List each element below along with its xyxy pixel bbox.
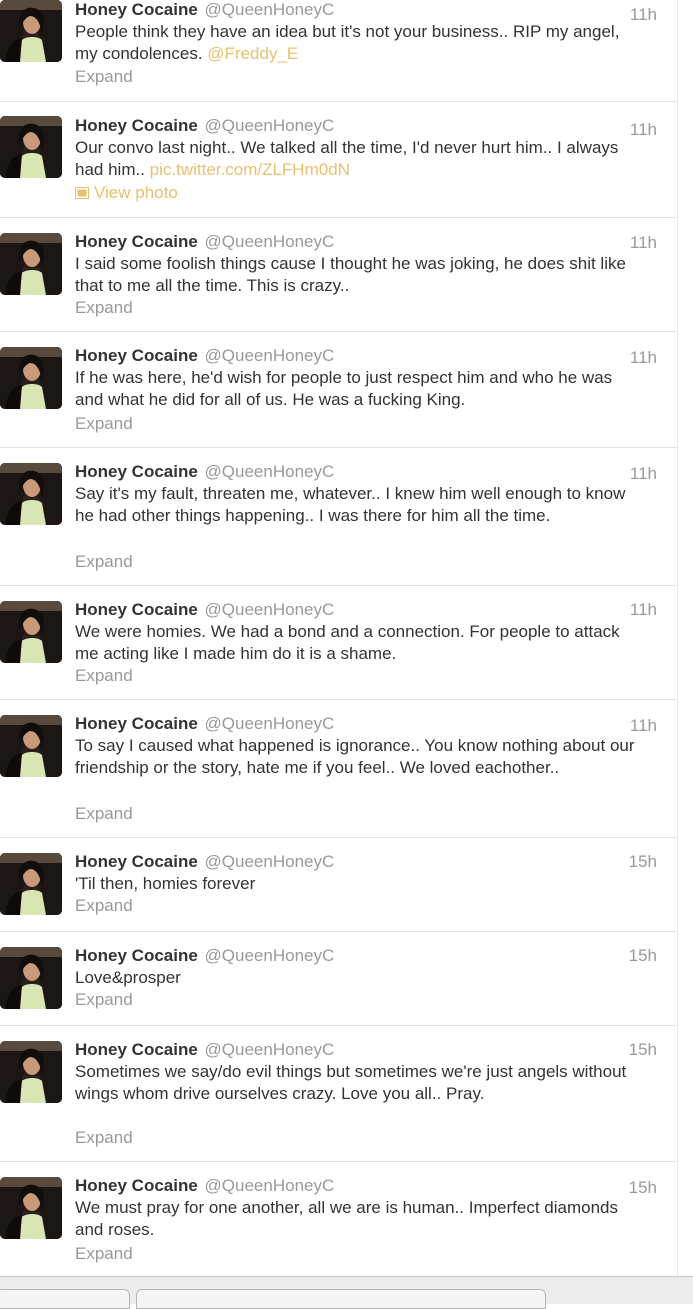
avatar[interactable] <box>0 715 62 777</box>
photo-icon <box>75 187 89 199</box>
expand-link[interactable]: Expand <box>75 66 133 88</box>
avatar-image <box>0 601 62 663</box>
author-handle[interactable]: @QueenHoneyC <box>205 714 335 733</box>
author-name[interactable]: Honey Cocaine <box>75 116 198 135</box>
tweet-timestamp[interactable]: 15h <box>629 851 657 873</box>
avatar[interactable] <box>0 0 62 62</box>
avatar[interactable] <box>0 347 62 409</box>
author-name[interactable]: Honey Cocaine <box>75 0 198 19</box>
tweet-text: We must pray for one another, all we are… <box>75 1198 619 1239</box>
avatar[interactable] <box>0 233 62 295</box>
tweet-timestamp[interactable]: 15h <box>629 1177 657 1199</box>
mention-link[interactable]: @Freddy_E <box>207 44 298 63</box>
tweet-text: Love&prosper <box>75 968 181 987</box>
tweet-item[interactable]: Honey Cocaine @QueenHoneyC 15h Love&pros… <box>0 932 677 1026</box>
tweet-text: If he was here, he'd wish for people to … <box>75 368 613 409</box>
avatar[interactable] <box>0 1177 62 1239</box>
tweet-timestamp[interactable]: 11h <box>630 347 657 369</box>
avatar[interactable] <box>0 463 62 525</box>
author-name[interactable]: Honey Cocaine <box>75 1176 198 1195</box>
tweet-item[interactable]: Honey Cocaine @QueenHoneyC 11h Our convo… <box>0 102 677 218</box>
tweet-text: 'Til then, homies forever <box>75 874 256 893</box>
author-name[interactable]: Honey Cocaine <box>75 462 198 481</box>
author-name[interactable]: Honey Cocaine <box>75 714 198 733</box>
tweet-item[interactable]: Honey Cocaine @QueenHoneyC 11h I said so… <box>0 218 677 332</box>
tweet-timestamp[interactable]: 15h <box>629 1039 657 1061</box>
tweet-text: People think they have an idea but it's … <box>75 21 645 65</box>
expand-link[interactable]: Expand <box>75 665 133 687</box>
author-handle[interactable]: @QueenHoneyC <box>205 116 335 135</box>
author-name[interactable]: Honey Cocaine <box>75 232 198 251</box>
avatar-image <box>0 1041 62 1103</box>
tweet-timestamp[interactable]: 11h <box>630 463 657 485</box>
author-handle[interactable]: @QueenHoneyC <box>205 1176 335 1195</box>
avatar-image <box>0 853 62 915</box>
expand-link[interactable]: Expand <box>75 989 133 1011</box>
author-handle[interactable]: @QueenHoneyC <box>205 852 335 871</box>
avatar-image <box>0 0 62 62</box>
tweet-item[interactable]: Honey Cocaine @QueenHoneyC 11h To say I … <box>0 700 677 838</box>
author-handle[interactable]: @QueenHoneyC <box>205 0 335 19</box>
author-name[interactable]: Honey Cocaine <box>75 852 198 871</box>
tweet-text: We were homies. We had a bond and a conn… <box>75 622 620 663</box>
avatar-image <box>0 233 62 295</box>
tweet-text: Our convo last night.. We talked all the… <box>75 137 645 181</box>
author-handle[interactable]: @QueenHoneyC <box>205 946 335 965</box>
status-bar-segment <box>0 1289 130 1309</box>
avatar[interactable] <box>0 853 62 915</box>
avatar[interactable] <box>0 601 62 663</box>
tweet-item[interactable]: Honey Cocaine @QueenHoneyC 15h Sometimes… <box>0 1026 677 1162</box>
avatar-image <box>0 715 62 777</box>
tweet-text: Sometimes we say/do evil things but some… <box>75 1062 627 1103</box>
photo-link[interactable]: pic.twitter.com/ZLFHm0dN <box>150 160 350 179</box>
author-name[interactable]: Honey Cocaine <box>75 346 198 365</box>
browser-status-bar <box>0 1276 693 1309</box>
author-handle[interactable]: @QueenHoneyC <box>205 462 335 481</box>
expand-link[interactable]: Expand <box>75 551 133 573</box>
tweet-item[interactable]: Honey Cocaine @QueenHoneyC 11h We were h… <box>0 586 677 700</box>
expand-link[interactable]: Expand <box>75 297 133 319</box>
avatar-image <box>0 463 62 525</box>
expand-link[interactable]: Expand <box>75 803 133 825</box>
avatar[interactable] <box>0 1041 62 1103</box>
tweet-text: Say it's my fault, threaten me, whatever… <box>75 484 626 525</box>
author-name[interactable]: Honey Cocaine <box>75 600 198 619</box>
avatar-image <box>0 116 62 178</box>
expand-link[interactable]: Expand <box>75 1243 133 1265</box>
tweet-timestamp[interactable]: 11h <box>630 715 657 737</box>
tweet-item[interactable]: Honey Cocaine @QueenHoneyC 11h People th… <box>0 0 677 102</box>
expand-link[interactable]: Expand <box>75 1127 133 1149</box>
tweet-item[interactable]: Honey Cocaine @QueenHoneyC 11h Say it's … <box>0 448 677 586</box>
tweet-timeline: Honey Cocaine @QueenHoneyC 11h People th… <box>0 0 678 1276</box>
view-photo-link[interactable]: View photo <box>75 182 178 204</box>
expand-link[interactable]: Expand <box>75 413 133 435</box>
expand-link[interactable]: Expand <box>75 895 133 917</box>
tweet-text: To say I caused what happened is ignoran… <box>75 736 635 777</box>
avatar-image <box>0 1177 62 1239</box>
tweet-item[interactable]: Honey Cocaine @QueenHoneyC 15h We must p… <box>0 1162 677 1276</box>
tweet-item[interactable]: Honey Cocaine @QueenHoneyC 11h If he was… <box>0 332 677 448</box>
tweet-timestamp[interactable]: 11h <box>630 599 657 621</box>
avatar-image <box>0 947 62 1009</box>
author-name[interactable]: Honey Cocaine <box>75 946 198 965</box>
author-handle[interactable]: @QueenHoneyC <box>205 346 335 365</box>
avatar-image <box>0 347 62 409</box>
author-handle[interactable]: @QueenHoneyC <box>205 232 335 251</box>
tweet-text: I said some foolish things cause I thoug… <box>75 254 626 295</box>
tweet-timestamp[interactable]: 11h <box>630 232 657 254</box>
avatar[interactable] <box>0 116 62 178</box>
view-photo-label: View photo <box>94 183 178 202</box>
author-name[interactable]: Honey Cocaine <box>75 1040 198 1059</box>
tweet-item[interactable]: Honey Cocaine @QueenHoneyC 15h 'Til then… <box>0 838 677 932</box>
author-handle[interactable]: @QueenHoneyC <box>205 1040 335 1059</box>
tweet-timestamp[interactable]: 15h <box>629 945 657 967</box>
avatar[interactable] <box>0 947 62 1009</box>
tweet-text-body: People think they have an idea but it's … <box>75 22 620 63</box>
status-bar-segment <box>136 1289 546 1309</box>
author-handle[interactable]: @QueenHoneyC <box>205 600 335 619</box>
